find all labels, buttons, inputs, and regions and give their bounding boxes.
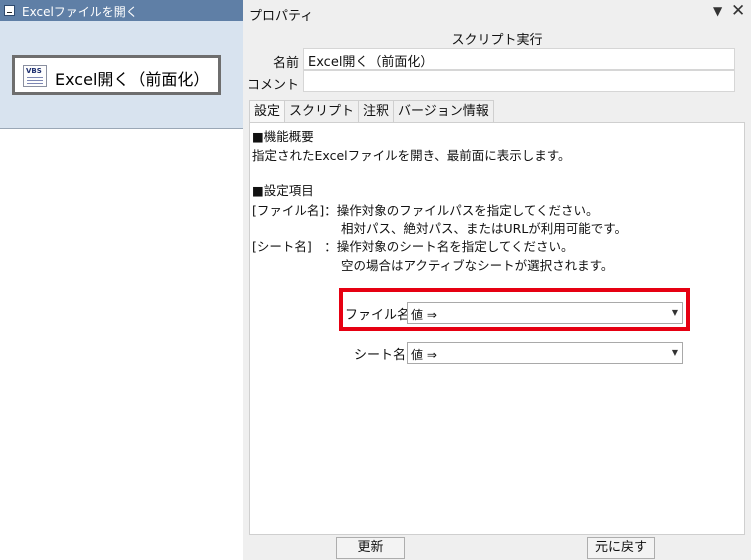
description-heading: ■機能概要 bbox=[252, 129, 314, 144]
file-name-help-2: 相対パス、絶対パス、またはURLが利用可能です。 bbox=[341, 221, 628, 236]
chevron-down-icon: ▼ bbox=[671, 308, 678, 317]
comment-label: コメント bbox=[246, 78, 299, 93]
comment-field[interactable] bbox=[303, 70, 735, 92]
tab-version-info[interactable]: バージョン情報 bbox=[393, 100, 494, 122]
revert-button[interactable]: 元に戻す bbox=[587, 537, 655, 559]
dropdown-icon[interactable]: ▼ bbox=[713, 4, 722, 18]
tab-script[interactable]: スクリプト bbox=[284, 100, 360, 122]
tab-bar: 設定 スクリプト 注釈 バージョン情報 bbox=[249, 100, 494, 122]
name-field[interactable]: Excel開く（前面化） bbox=[303, 48, 735, 70]
settings-heading: ■設定項目 bbox=[252, 183, 314, 198]
flow-canvas-panel: Excelファイルを開く VBS Excel開く（前面化） bbox=[0, 0, 244, 129]
vbs-script-icon: VBS bbox=[23, 65, 47, 87]
settings-content: ■機能概要 指定されたExcelファイルを開き、最前面に表示します。 ■設定項目… bbox=[249, 122, 745, 535]
name-label: 名前 bbox=[272, 56, 299, 71]
file-name-label: ファイル名 bbox=[345, 308, 411, 323]
tab-notes[interactable]: 注釈 bbox=[358, 100, 395, 122]
file-name-help: [ファイル名]：操作対象のファイルパスを指定してください。 bbox=[252, 203, 599, 218]
flow-title: Excelファイルを開く bbox=[22, 5, 138, 19]
script-header: スクリプト実行 bbox=[451, 33, 543, 48]
script-node[interactable]: VBS Excel開く（前面化） bbox=[12, 55, 221, 95]
sheet-name-label: シート名 bbox=[354, 348, 407, 363]
properties-title: プロパティ bbox=[249, 9, 314, 24]
update-button[interactable]: 更新 bbox=[336, 537, 405, 559]
sheet-name-select[interactable]: 値 ⇒ ▼ bbox=[407, 342, 683, 364]
chevron-down-icon: ▼ bbox=[671, 348, 678, 357]
description-text: 指定されたExcelファイルを開き、最前面に表示します。 bbox=[252, 148, 571, 163]
collapse-icon[interactable] bbox=[4, 5, 15, 16]
close-icon[interactable]: ✕ bbox=[731, 1, 745, 21]
flow-title-bar: Excelファイルを開く bbox=[0, 0, 243, 21]
properties-title-bar: プロパティ ▼ ✕ bbox=[243, 0, 751, 27]
file-name-select[interactable]: 値 ⇒ ▼ bbox=[407, 302, 683, 324]
properties-panel: プロパティ ▼ ✕ スクリプト実行 名前 Excel開く（前面化） コメント 設… bbox=[243, 0, 751, 560]
tab-settings[interactable]: 設定 bbox=[249, 100, 286, 122]
sheet-name-help-2: 空の場合はアクティブなシートが選択されます。 bbox=[341, 258, 614, 273]
sheet-name-help: [シート名] ：操作対象のシート名を指定してください。 bbox=[252, 239, 574, 254]
script-node-label: Excel開く（前面化） bbox=[55, 70, 210, 89]
